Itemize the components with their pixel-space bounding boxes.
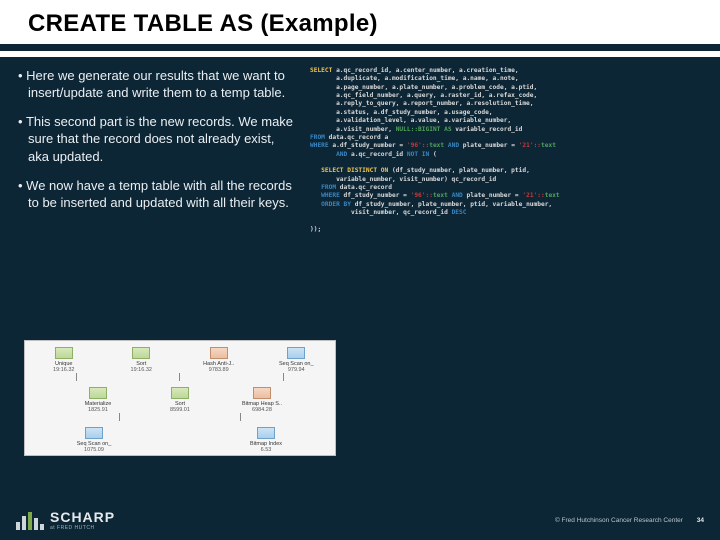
sql-text: a.qc_record_id, a.center_number, a.creat… bbox=[332, 67, 518, 74]
content-area: Here we generate our results that we wan… bbox=[0, 57, 720, 234]
sql-text: plate_number = bbox=[463, 192, 523, 199]
logo-name: SCHARP bbox=[50, 510, 115, 524]
sql-type: text bbox=[541, 142, 556, 149]
sql-text: df_study_number, plate_number, ptid, var… bbox=[351, 201, 552, 208]
sql-text: a.reply_to_query, a.report_number, a.res… bbox=[310, 100, 534, 107]
sql-text: variable_number, visit_number) qc_record… bbox=[310, 176, 496, 183]
page-number: 34 bbox=[697, 517, 704, 524]
plan-node: Seq Scan on_979.94 bbox=[270, 347, 322, 373]
sql-keyword: NULL::BIGINT AS bbox=[396, 126, 452, 133]
sql-type: text bbox=[545, 192, 560, 199]
plan-node-icon bbox=[171, 387, 189, 399]
plan-node-cost: 19:16.32 bbox=[38, 367, 90, 373]
plan-node-cost: 1075.09 bbox=[68, 447, 120, 453]
plan-node-icon bbox=[85, 427, 103, 439]
plan-node-icon bbox=[257, 427, 275, 439]
plan-connector bbox=[179, 373, 180, 381]
plan-connector bbox=[76, 373, 77, 381]
sql-text: a.validation_level, a.value, a.variable_… bbox=[310, 117, 511, 124]
plan-node-cost: 9783.89 bbox=[193, 367, 245, 373]
sql-literal: '21':: bbox=[519, 142, 541, 149]
sql-keyword: AND bbox=[448, 142, 459, 149]
sql-literal: '96':: bbox=[411, 192, 433, 199]
sql-keyword: DESC bbox=[452, 209, 467, 216]
sql-text: a.qc_record_id bbox=[347, 151, 407, 158]
brand-logo: SCHARP at FRED HUTCH bbox=[16, 510, 115, 531]
plan-node: Bitmap Heap S..6984.28 bbox=[236, 387, 288, 413]
plan-row: Seq Scan on_1075.09 Bitmap Index6.53 bbox=[25, 421, 335, 453]
plan-connector bbox=[283, 373, 284, 381]
plan-node: Bitmap Index6.53 bbox=[240, 427, 292, 453]
sql-keyword: WHERE bbox=[310, 192, 340, 199]
sql-text: a.qc_field_number, a.query, a.raster_id,… bbox=[310, 92, 537, 99]
sql-literal: '21':: bbox=[522, 192, 544, 199]
plan-node-cost: 19:16.32 bbox=[115, 367, 167, 373]
logo-text: SCHARP at FRED HUTCH bbox=[50, 510, 115, 531]
plan-node: Hash Anti-J..9783.89 bbox=[193, 347, 245, 373]
plan-node-cost: 8599.01 bbox=[154, 407, 206, 413]
slide-title: CREATE TABLE AS (Example) bbox=[28, 10, 692, 38]
sql-literal: '96':: bbox=[407, 142, 429, 149]
bullet-column: Here we generate our results that we wan… bbox=[18, 67, 298, 234]
plan-node-cost: 979.94 bbox=[270, 367, 322, 373]
plan-connector bbox=[119, 413, 120, 421]
sql-code-block: SELECT a.qc_record_id, a.center_number, … bbox=[310, 67, 702, 234]
footer: SCHARP at FRED HUTCH © Fred Hutchinson C… bbox=[0, 504, 720, 540]
plan-node-cost: 6.53 bbox=[240, 447, 292, 453]
sql-keyword: FROM bbox=[310, 184, 336, 191]
plan-node-icon bbox=[253, 387, 271, 399]
sql-text: a.duplicate, a.modification_time, a.name… bbox=[310, 75, 519, 82]
copyright-text: © Fred Hutchinson Cancer Research Center bbox=[555, 517, 683, 524]
plan-row: Unique19:16.32 Sort19:16.32 Hash Anti-J.… bbox=[25, 341, 335, 373]
plan-node-icon bbox=[89, 387, 107, 399]
sql-keyword: AND bbox=[310, 151, 347, 158]
sql-text: a.visit_number, bbox=[310, 126, 396, 133]
plan-node: Seq Scan on_1075.09 bbox=[68, 427, 120, 453]
plan-node-icon bbox=[55, 347, 73, 359]
sql-keyword: FROM bbox=[310, 134, 325, 141]
plan-node: Materialize1825.91 bbox=[72, 387, 124, 413]
bullet-item: We now have a temp table with all the re… bbox=[18, 177, 298, 211]
sql-text: (df_study_number, plate_number, ptid, bbox=[388, 167, 530, 174]
plan-connector bbox=[240, 413, 241, 421]
plan-node: Sort8599.01 bbox=[154, 387, 206, 413]
plan-node-icon bbox=[132, 347, 150, 359]
sql-text: data.qc_record bbox=[336, 184, 392, 191]
plan-connector-row bbox=[25, 413, 335, 421]
sql-keyword: SELECT DISTINCT ON bbox=[310, 167, 388, 174]
sql-text: data.qc_record a bbox=[325, 134, 388, 141]
sql-keyword: WHERE bbox=[310, 142, 329, 149]
plan-node-cost: 1825.91 bbox=[72, 407, 124, 413]
query-plan-diagram: Unique19:16.32 Sort19:16.32 Hash Anti-J.… bbox=[24, 340, 336, 456]
bullet-item: Here we generate our results that we wan… bbox=[18, 67, 298, 101]
plan-node-icon bbox=[210, 347, 228, 359]
plan-row: Materialize1825.91 Sort8599.01 Bitmap He… bbox=[25, 381, 335, 413]
sql-type: text bbox=[433, 192, 452, 199]
sql-text: )); bbox=[310, 226, 321, 233]
sql-text: variable_record_id bbox=[452, 126, 523, 133]
bullet-item: This second part is the new records. We … bbox=[18, 113, 298, 164]
plan-node-cost: 6984.28 bbox=[236, 407, 288, 413]
plan-node: Unique19:16.32 bbox=[38, 347, 90, 373]
plan-node: Sort19:16.32 bbox=[115, 347, 167, 373]
title-bar: CREATE TABLE AS (Example) bbox=[0, 0, 720, 44]
plan-connector-row bbox=[25, 373, 335, 381]
sql-keyword: NOT IN bbox=[407, 151, 429, 158]
logo-bars-icon bbox=[16, 510, 44, 530]
plan-node-icon bbox=[287, 347, 305, 359]
sql-text: df_study_number = bbox=[340, 192, 411, 199]
sql-text: visit_number, qc_record_id bbox=[310, 209, 452, 216]
sql-text: a.page_number, a.plate_number, a.problem… bbox=[310, 84, 537, 91]
sql-text: plate_number = bbox=[459, 142, 519, 149]
sql-text: ( bbox=[429, 151, 436, 158]
sql-keyword: SELECT bbox=[310, 67, 332, 74]
copyright: © Fred Hutchinson Cancer Research Center… bbox=[555, 517, 704, 524]
sql-keyword: AND bbox=[452, 192, 463, 199]
sql-keyword: ORDER BY bbox=[310, 201, 351, 208]
sql-type: text bbox=[429, 142, 448, 149]
logo-subtitle: at FRED HUTCH bbox=[50, 526, 115, 531]
sql-text: a.df_study_number = bbox=[329, 142, 407, 149]
sql-text: a.status, a.df_study_number, a.usage_cod… bbox=[310, 109, 493, 116]
